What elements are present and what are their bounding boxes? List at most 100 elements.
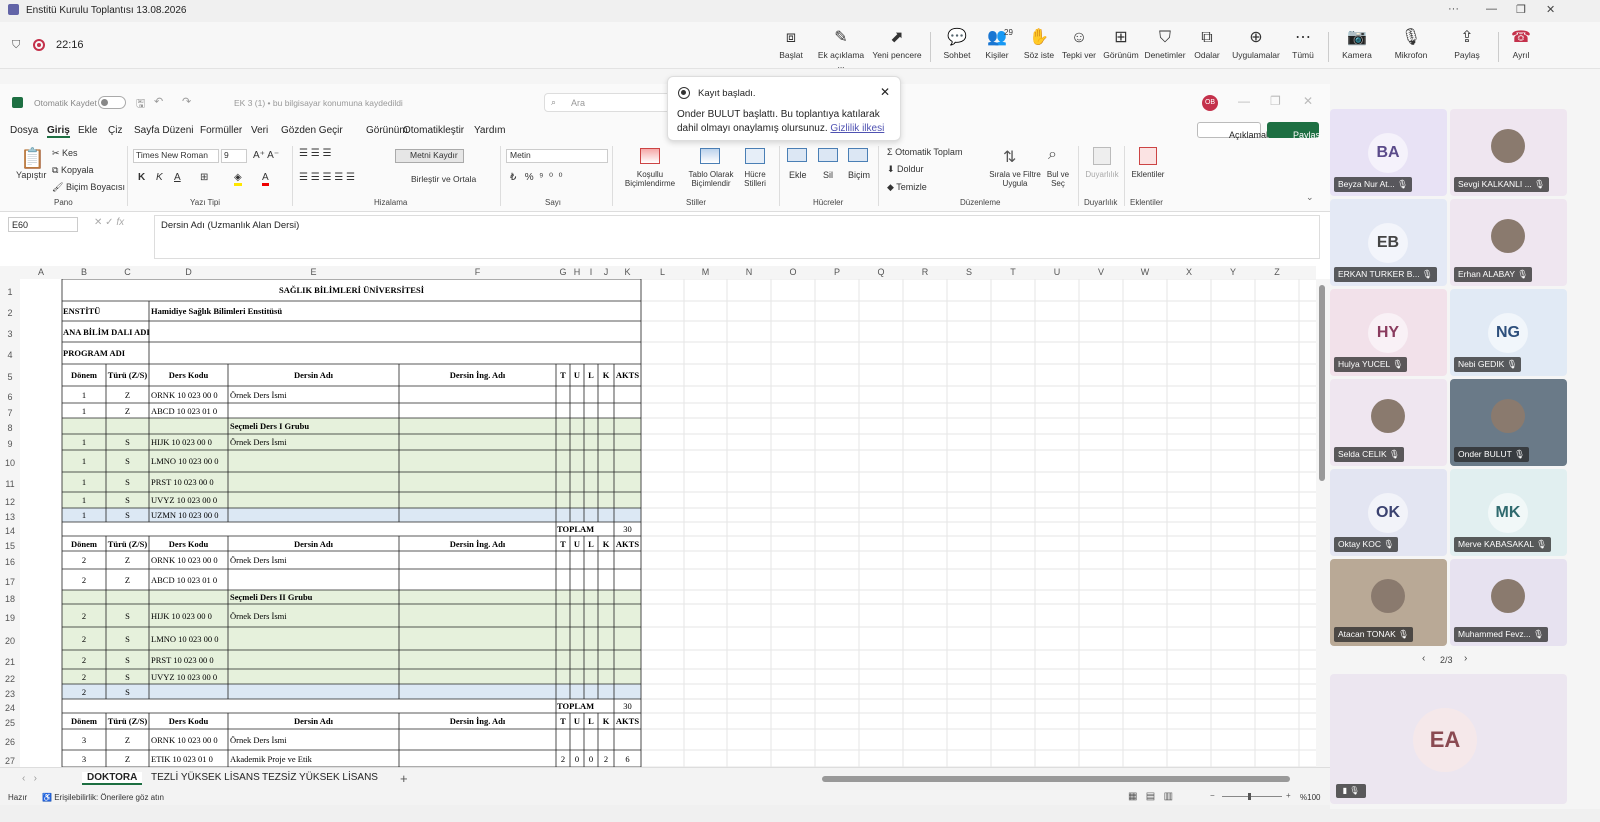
header-cell[interactable]: T bbox=[556, 371, 570, 380]
font-size-select[interactable]: 9 bbox=[221, 149, 247, 163]
column-header[interactable]: C bbox=[106, 267, 149, 277]
header-cell[interactable]: L bbox=[584, 717, 598, 726]
view-normal-icon[interactable]: ▦ ▤ ▥ bbox=[1128, 791, 1173, 802]
percent-icon[interactable]: ₺ % ⁹ ⁰ ⁰ bbox=[510, 172, 563, 183]
header-cell[interactable]: Dersin Adı bbox=[228, 371, 399, 380]
course-name-cell[interactable]: Akademik Proje ve Etik bbox=[230, 754, 312, 764]
zoom-in-icon[interactable]: + bbox=[1286, 791, 1291, 800]
course-code-cell[interactable]: LMNO 10 023 00 0 bbox=[151, 634, 219, 644]
column-header[interactable]: P bbox=[815, 267, 859, 277]
formula-input[interactable]: Dersin Adı (Uzmanlık Alan Dersi) bbox=[154, 215, 1320, 259]
header-cell[interactable]: Türü (Z/S) bbox=[106, 717, 149, 726]
participant-tile[interactable]: NG Nebi GEDIK 🎙 bbox=[1450, 289, 1567, 376]
fill-button[interactable]: ⬇ Doldur bbox=[887, 164, 924, 175]
term-cell[interactable]: 2 bbox=[62, 556, 106, 565]
add-sheet-button[interactable]: + bbox=[400, 771, 408, 786]
column-header[interactable]: Q bbox=[859, 267, 903, 277]
new-window-button[interactable]: ⬈ Yeni pencere bbox=[870, 26, 924, 60]
type-cell[interactable]: S bbox=[106, 655, 149, 665]
column-header[interactable]: O bbox=[771, 267, 815, 277]
header-cell[interactable]: K bbox=[598, 539, 614, 549]
course-name-cell[interactable]: Örnek Ders İsmi bbox=[230, 735, 287, 745]
delete-cells-icon[interactable] bbox=[818, 148, 838, 162]
header-cell[interactable]: AKTS bbox=[614, 717, 641, 726]
align-left-icon[interactable]: ☰ ☰ ☰ ☰ ☰ bbox=[299, 172, 355, 183]
column-header[interactable]: F bbox=[399, 267, 556, 277]
borders-icon[interactable]: ⊞ bbox=[200, 172, 208, 183]
column-header[interactable]: H bbox=[570, 267, 584, 277]
redo-icon[interactable]: ↷ bbox=[182, 95, 191, 108]
type-cell[interactable]: Z bbox=[106, 390, 149, 400]
row-header[interactable]: 11 bbox=[0, 479, 20, 489]
row-header[interactable]: 8 bbox=[0, 423, 20, 433]
course-code-cell[interactable]: UVYZ 10 023 00 0 bbox=[151, 496, 217, 505]
annotate-button[interactable]: ✎ Ek açıklama ... bbox=[814, 26, 868, 70]
merge-center-button[interactable]: Birleştir ve Ortala bbox=[411, 174, 476, 184]
credit-cell[interactable]: 0 bbox=[570, 754, 584, 764]
delete-cells-label[interactable]: Sil bbox=[823, 170, 833, 180]
participant-tile[interactable]: MK Merve KABASAKAL 🎙 bbox=[1450, 469, 1567, 556]
format-painter-button[interactable]: 🖌 Biçim Boyacısı bbox=[52, 182, 125, 193]
row-header[interactable]: 9 bbox=[0, 439, 20, 449]
number-format-select[interactable]: Metin bbox=[506, 149, 608, 163]
minimize-button[interactable]: — bbox=[1486, 3, 1497, 15]
total-label-cell[interactable]: TOPLAM bbox=[557, 702, 594, 711]
column-header[interactable]: E bbox=[228, 267, 399, 277]
self-video-tile[interactable]: EA ▮ 🎙 bbox=[1330, 674, 1567, 804]
header-cell[interactable]: Dersin İng. Adı bbox=[399, 717, 556, 726]
participant-tile[interactable]: HY Hulya YUCEL 🎙 bbox=[1330, 289, 1447, 376]
maximize-button[interactable]: ❐ bbox=[1516, 3, 1526, 16]
column-header[interactable]: Z bbox=[1255, 267, 1299, 277]
header-cell[interactable]: Türü (Z/S) bbox=[106, 371, 149, 380]
paste-label[interactable]: Yapıştır bbox=[16, 170, 46, 180]
format-cells-label[interactable]: Biçim bbox=[848, 170, 870, 180]
header-cell[interactable]: AKTS bbox=[614, 539, 641, 549]
course-code-cell[interactable]: ABCD 10 023 01 0 bbox=[151, 406, 217, 416]
column-header[interactable]: D bbox=[149, 267, 228, 277]
type-cell[interactable]: S bbox=[106, 478, 149, 487]
page-prev-icon[interactable]: ‹ bbox=[1422, 653, 1425, 664]
header-cell[interactable]: L bbox=[584, 371, 598, 380]
menu-item-6[interactable]: Veri bbox=[251, 125, 268, 136]
course-name-cell[interactable]: Örnek Ders İsmi bbox=[230, 611, 287, 621]
find-icon[interactable]: ⌕ bbox=[1048, 146, 1057, 164]
undo-icon[interactable]: ↶ bbox=[154, 95, 163, 108]
type-cell[interactable]: Z bbox=[106, 556, 149, 565]
more-button[interactable]: ⋯ Tümü bbox=[1276, 26, 1330, 60]
header-cell[interactable]: L bbox=[584, 539, 598, 549]
header-cell[interactable]: Ders Kodu bbox=[149, 539, 228, 549]
spreadsheet-grid[interactable]: SAĞLIK BİLİMLERİ ÜNİVERSİTESİ ENSTİTÜ Hami… bbox=[20, 279, 1316, 767]
course-code-cell[interactable]: ETIK 10 023 01 0 bbox=[151, 754, 213, 764]
privacy-link[interactable]: Gizlilik ilkesi bbox=[830, 123, 884, 134]
course-name-cell[interactable]: Örnek Ders İsmi bbox=[230, 438, 287, 447]
row-header[interactable]: 13 bbox=[0, 512, 20, 522]
type-cell[interactable]: Z bbox=[106, 575, 149, 585]
page-next-icon[interactable]: › bbox=[1464, 653, 1467, 664]
row-header[interactable]: 20 bbox=[0, 636, 20, 646]
apps-button[interactable]: ⊕ Uygulamalar bbox=[1229, 26, 1283, 60]
row-header[interactable]: 17 bbox=[0, 577, 20, 587]
credit-cell[interactable]: 2 bbox=[556, 754, 570, 764]
column-header[interactable]: L bbox=[641, 267, 684, 277]
format-table-label[interactable]: Tablo Olarak Biçimlendir bbox=[684, 170, 738, 188]
format-cells-icon[interactable] bbox=[848, 148, 868, 162]
formula-cancel-icon[interactable]: ✕ ✓ fx bbox=[94, 217, 124, 228]
column-header[interactable]: W bbox=[1123, 267, 1167, 277]
type-cell[interactable]: Z bbox=[106, 754, 149, 764]
menu-item-9[interactable]: Otomatikleştir bbox=[403, 125, 464, 136]
term-cell[interactable]: 1 bbox=[62, 457, 106, 466]
row-header[interactable]: 23 bbox=[0, 689, 20, 699]
term-cell[interactable]: 1 bbox=[62, 438, 106, 447]
header-cell[interactable]: T bbox=[556, 717, 570, 726]
term-cell[interactable]: 2 bbox=[62, 575, 106, 585]
insert-cells-label[interactable]: Ekle bbox=[789, 170, 807, 180]
menu-item-1[interactable]: Giriş bbox=[47, 125, 70, 138]
row-header[interactable]: 3 bbox=[0, 329, 20, 339]
column-header[interactable]: N bbox=[727, 267, 771, 277]
course-code-cell[interactable]: UVYZ 10 023 00 0 bbox=[151, 672, 217, 682]
leave-button[interactable]: ☎ Ayrıl bbox=[1494, 26, 1548, 60]
header-cell[interactable]: K bbox=[598, 371, 614, 380]
header-cell[interactable]: Dönem bbox=[62, 371, 106, 380]
row-header[interactable]: 6 bbox=[0, 392, 20, 402]
course-code-cell[interactable]: ORNK 10 023 00 0 bbox=[151, 390, 218, 400]
